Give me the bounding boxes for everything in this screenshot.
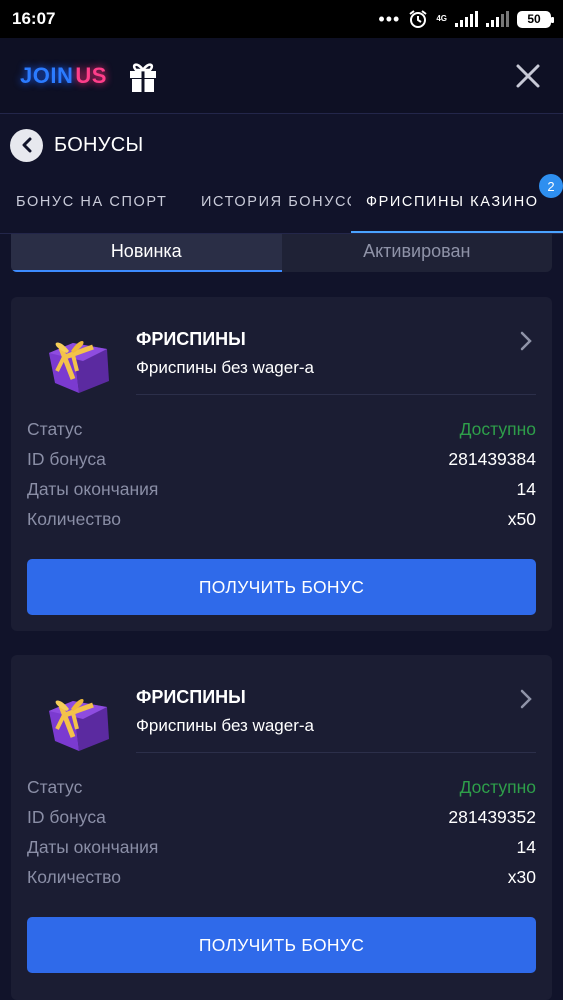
signal-icon-2 [486, 11, 509, 27]
tab-sport-bonus[interactable]: БОНУС НА СПОРТ [16, 194, 167, 210]
status-value: Доступно [459, 777, 536, 797]
detail-row-expiry: Даты окончания 14 [27, 479, 536, 509]
filter-activated[interactable]: Активирован [282, 234, 553, 272]
quantity-label: Количество [27, 867, 121, 887]
id-label: ID бонуса [27, 807, 106, 827]
detail-row-quantity: Количество x30 [27, 867, 536, 897]
expiry-value: 14 [516, 837, 536, 857]
status-icons: ••• 4G 50 [378, 9, 554, 29]
tab-count-badge: 2 [539, 174, 563, 198]
network-type: 4G [436, 14, 447, 23]
id-label: ID бонуса [27, 449, 106, 469]
expiry-label: Даты окончания [27, 837, 159, 857]
bonus-subtitle: Фриспины без wager-а [136, 716, 314, 735]
present-box-icon [49, 341, 109, 393]
bonus-card-header[interactable]: ФРИСПИНЫ Фриспины без wager-а [11, 297, 552, 395]
more-dots-icon: ••• [378, 9, 401, 29]
chevron-right-icon[interactable] [518, 329, 534, 353]
expiry-label: Даты окончания [27, 479, 159, 499]
tab-bar: БОНУС НА СПОРТ ИСТОРИЯ БОНУСОВ ФРИСПИНЫ … [0, 176, 563, 234]
divider [136, 752, 536, 753]
filter-new[interactable]: Новинка [11, 234, 282, 272]
back-button[interactable] [10, 128, 43, 162]
divider [136, 394, 536, 395]
close-icon[interactable] [513, 61, 543, 91]
alarm-icon [409, 10, 427, 28]
status-value: Доступно [459, 419, 536, 439]
bonus-subtitle: Фриспины без wager-а [136, 358, 314, 377]
detail-row-id: ID бонуса 281439352 [27, 807, 536, 837]
status-time: 16:07 [12, 9, 56, 28]
bonus-card: ФРИСПИНЫ Фриспины без wager-а Статус Дос… [11, 655, 552, 1000]
signal-icon [455, 11, 478, 27]
quantity-value: x30 [507, 867, 536, 887]
quantity-value: x50 [507, 509, 536, 529]
gift-icon[interactable] [127, 59, 159, 93]
claim-bonus-button[interactable]: ПОЛУЧИТЬ БОНУС [27, 917, 536, 973]
bonus-title: ФРИСПИНЫ [136, 687, 246, 707]
status-bar: 16:07 ••• 4G 50 [0, 0, 563, 38]
bonus-details: Статус Доступно ID бонуса 281439384 Даты… [27, 419, 536, 539]
detail-row-quantity: Количество x50 [27, 509, 536, 539]
detail-row-status: Статус Доступно [27, 777, 536, 807]
claim-bonus-button[interactable]: ПОЛУЧИТЬ БОНУС [27, 559, 536, 615]
battery-icon: 50 [517, 10, 554, 28]
expiry-value: 14 [516, 479, 536, 499]
tab-bonus-history[interactable]: ИСТОРИЯ БОНУСОВ [201, 194, 351, 210]
status-label: Статус [27, 419, 83, 439]
detail-row-status: Статус Доступно [27, 419, 536, 449]
bonus-details: Статус Доступно ID бонуса 281439352 Даты… [27, 777, 536, 897]
logo-us-text: US [75, 62, 107, 88]
status-filter: Новинка Активирован [11, 234, 552, 272]
app-header: JOIN US [0, 38, 563, 114]
status-label: Статус [27, 777, 83, 797]
present-box-icon [49, 699, 109, 751]
back-arrow-icon [22, 137, 31, 153]
title-row: БОНУСЫ [0, 114, 563, 176]
quantity-label: Количество [27, 509, 121, 529]
bonus-card: ФРИСПИНЫ Фриспины без wager-а Статус Дос… [11, 297, 552, 631]
detail-row-expiry: Даты окончания 14 [27, 837, 536, 867]
page-title: БОНУСЫ [54, 133, 144, 156]
bonus-card-header[interactable]: ФРИСПИНЫ Фриспины без wager-а [11, 655, 552, 753]
bonus-title: ФРИСПИНЫ [136, 329, 246, 349]
chevron-right-icon[interactable] [518, 687, 534, 711]
logo[interactable]: JOIN US [20, 63, 107, 89]
detail-row-id: ID бонуса 281439384 [27, 449, 536, 479]
logo-join-text: JOIN [20, 62, 74, 88]
tab-casino-freespins[interactable]: ФРИСПИНЫ КАЗИНО [366, 194, 539, 210]
id-value: 281439352 [448, 807, 536, 827]
id-value: 281439384 [448, 449, 536, 469]
